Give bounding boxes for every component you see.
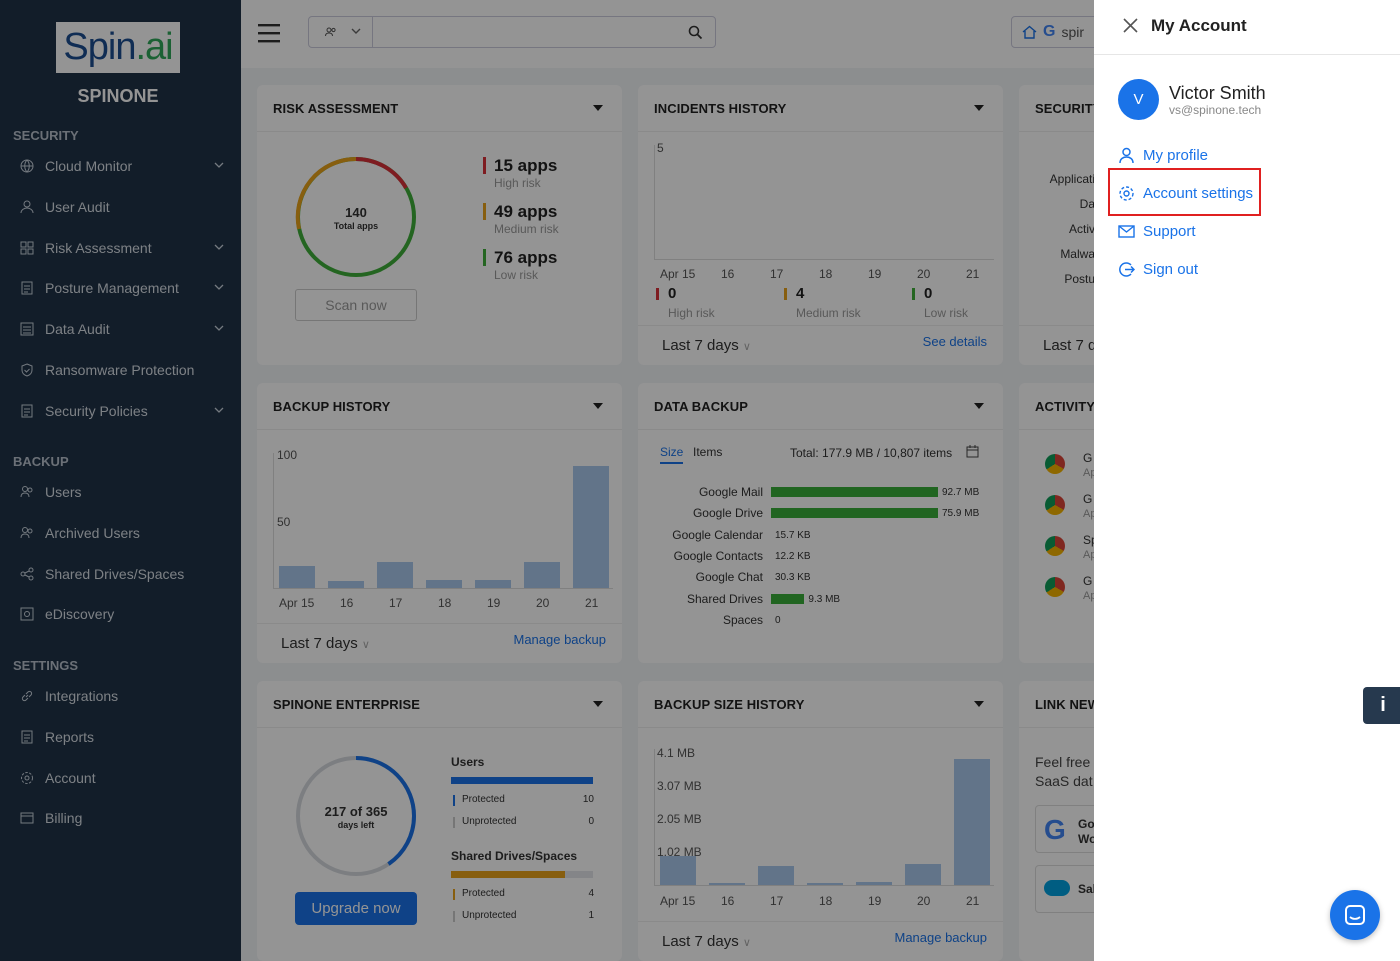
highlight-box [1108,168,1261,216]
modal-backdrop[interactable] [0,0,1094,961]
user-icon [1119,147,1134,164]
panel-title: My Account [1151,16,1247,35]
chat-icon [1345,905,1365,925]
support-link[interactable]: Support [1118,223,1196,240]
sign-out-icon [1119,262,1135,277]
sign-out-link[interactable]: Sign out [1118,261,1198,278]
avatar: V [1118,79,1159,120]
menu-label: My profile [1143,147,1209,164]
chat-button[interactable] [1330,890,1380,940]
close-icon[interactable] [1123,18,1138,33]
user-email: vs@spinone.tech [1169,103,1262,117]
user-name: Victor Smith [1169,83,1266,103]
panel-header [1094,0,1400,55]
my-profile-link[interactable]: My profile [1118,147,1208,164]
menu-label: Support [1143,223,1196,240]
menu-label: Sign out [1143,261,1199,278]
mail-icon [1118,225,1135,238]
info-icon[interactable]: i [1363,687,1400,724]
my-account-panel [1094,0,1400,961]
